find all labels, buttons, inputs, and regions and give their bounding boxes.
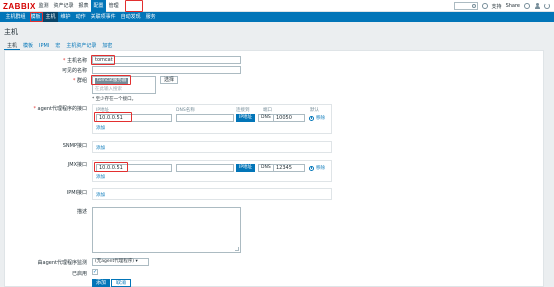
sub-nav-maintenance[interactable]: 维护 bbox=[58, 12, 73, 22]
agent-remove-link[interactable]: 移除 bbox=[316, 115, 325, 121]
top-nav-inventory[interactable]: 资产记录 bbox=[51, 0, 76, 12]
sub-nav-host-groups[interactable]: 主机群组 bbox=[3, 12, 28, 22]
groups-search-placeholder: 在此输入搜索 bbox=[95, 87, 122, 92]
agent-port-input[interactable]: 10050 bbox=[273, 114, 305, 122]
proxy-select[interactable]: (无agent代理程序) ▾ bbox=[92, 258, 149, 266]
ipmi-interface-label: IPMI接口 bbox=[66, 190, 87, 196]
proxy-label: 由agent代理程序监测 bbox=[37, 260, 87, 266]
resize-handle[interactable] bbox=[235, 247, 239, 251]
support-link[interactable]: 支持 bbox=[492, 3, 502, 10]
jmx-port-input[interactable]: 12345 bbox=[273, 164, 305, 172]
jmx-remove-link[interactable]: 移除 bbox=[316, 165, 325, 171]
description-label: 描述 bbox=[76, 209, 87, 215]
tab-ipmi[interactable]: IPMI bbox=[36, 42, 52, 50]
search-icon bbox=[471, 4, 476, 8]
snmp-interface-label: SNMP接口 bbox=[62, 143, 87, 149]
highlight-configuration bbox=[125, 0, 143, 12]
agent-add-link[interactable]: 添加 bbox=[96, 125, 105, 131]
top-bar: ZABBIX 监测 资产记录 报表 配置 管理 支持 Share bbox=[0, 0, 554, 12]
host-name-label: 主机名称 bbox=[63, 57, 87, 64]
jmx-add-link[interactable]: 添加 bbox=[96, 174, 105, 180]
select-groups-button[interactable]: 选择 bbox=[160, 76, 179, 84]
highlight-group bbox=[91, 75, 131, 85]
top-nav-administration[interactable]: 管理 bbox=[106, 0, 121, 12]
sub-nav-discovery[interactable]: 自动发现 bbox=[118, 12, 143, 22]
sub-nav-services[interactable]: 服务 bbox=[143, 12, 158, 22]
cancel-button[interactable]: 取消 bbox=[111, 279, 132, 287]
share-link[interactable]: Share bbox=[506, 3, 520, 9]
agent-connect-dns-button[interactable]: DNS bbox=[258, 114, 274, 122]
agent-connect-ip-button[interactable]: IP地址 bbox=[236, 114, 256, 122]
help-icon bbox=[481, 3, 488, 9]
interface-required-hint: * 至少存在一个接口。 bbox=[92, 97, 137, 102]
tab-host[interactable]: 主机 bbox=[4, 42, 21, 50]
agent-dns-input[interactable] bbox=[176, 114, 234, 122]
snmp-add-link[interactable]: 添加 bbox=[96, 145, 105, 151]
visible-name-label: 可见的名称 bbox=[61, 68, 87, 74]
question-icon[interactable] bbox=[524, 3, 530, 9]
proxy-select-value: (无agent代理程序) bbox=[95, 259, 135, 264]
top-nav-monitoring[interactable]: 监测 bbox=[36, 0, 51, 12]
enabled-checkbox[interactable]: ✓ bbox=[92, 269, 98, 275]
jmx-connect-dns-button[interactable]: DNS bbox=[258, 164, 274, 172]
zabbix-logo[interactable]: ZABBIX bbox=[3, 2, 36, 11]
tab-encryption[interactable]: 加密 bbox=[99, 42, 115, 50]
highlight-host-name bbox=[91, 55, 115, 65]
tab-templates[interactable]: 模板 bbox=[20, 42, 36, 50]
header-port: 端口 bbox=[263, 108, 272, 113]
agent-interface-label: agent代理程序的接口 bbox=[33, 105, 87, 112]
snmp-interface-box: 添加 bbox=[92, 141, 332, 153]
tab-inventory[interactable]: 主机资产记录 bbox=[63, 42, 99, 50]
page-title: 主机 bbox=[4, 28, 18, 36]
sub-nav-actions[interactable]: 动作 bbox=[73, 12, 88, 22]
header-dns: DNS名称 bbox=[176, 108, 195, 113]
highlight-agent-ip bbox=[94, 112, 132, 122]
logout-icon[interactable] bbox=[544, 3, 550, 9]
visible-name-input[interactable] bbox=[92, 66, 241, 74]
enabled-label: 已启用 bbox=[71, 271, 87, 277]
jmx-interface-label: JMX接口 bbox=[67, 162, 87, 168]
top-nav-reports[interactable]: 报表 bbox=[76, 0, 91, 12]
sub-nav-hosts[interactable]: 主机 bbox=[43, 12, 59, 22]
highlight-jmx-ip bbox=[94, 162, 128, 172]
sub-nav-correlation[interactable]: 关联项事件 bbox=[88, 12, 118, 22]
top-nav-configuration[interactable]: 配置 bbox=[91, 0, 107, 12]
global-search-input[interactable] bbox=[453, 2, 478, 10]
tab-macros[interactable]: 宏 bbox=[52, 42, 63, 50]
ipmi-interface-box: 添加 bbox=[92, 188, 332, 200]
header-connect: 连接到 bbox=[236, 108, 250, 113]
sub-nav: 主机群组 模板 主机 维护 动作 关联项事件 自动发现 服务 bbox=[0, 12, 554, 22]
top-nav: 监测 资产记录 报表 配置 管理 bbox=[36, 0, 121, 12]
jmx-default-radio[interactable] bbox=[309, 165, 314, 171]
jmx-interface-box: 10.0.0.51 IP地址 DNS 12345 移除 添加 bbox=[92, 160, 332, 182]
host-form: 主机名称 tomcat 可见的名称 群组 tomcat服务器 在此输入搜索 选择… bbox=[4, 50, 544, 287]
agent-default-radio[interactable] bbox=[309, 115, 314, 121]
ipmi-add-link[interactable]: 添加 bbox=[96, 192, 105, 198]
host-tabs: 主机 模板 IPMI 宏 主机资产记录 加密 bbox=[4, 42, 115, 50]
jmx-connect-ip-button[interactable]: IP地址 bbox=[236, 164, 256, 172]
jmx-dns-input[interactable] bbox=[176, 164, 234, 172]
chevron-down-icon: ▾ bbox=[135, 259, 138, 264]
top-right-tools: 支持 Share bbox=[453, 0, 550, 12]
highlight-hosts bbox=[30, 12, 43, 22]
user-profile-icon[interactable] bbox=[534, 3, 540, 9]
add-button[interactable]: 添加 bbox=[92, 279, 111, 287]
header-default: 默认 bbox=[310, 108, 319, 113]
groups-label: 群组 bbox=[73, 77, 87, 84]
description-textarea[interactable] bbox=[92, 207, 241, 253]
